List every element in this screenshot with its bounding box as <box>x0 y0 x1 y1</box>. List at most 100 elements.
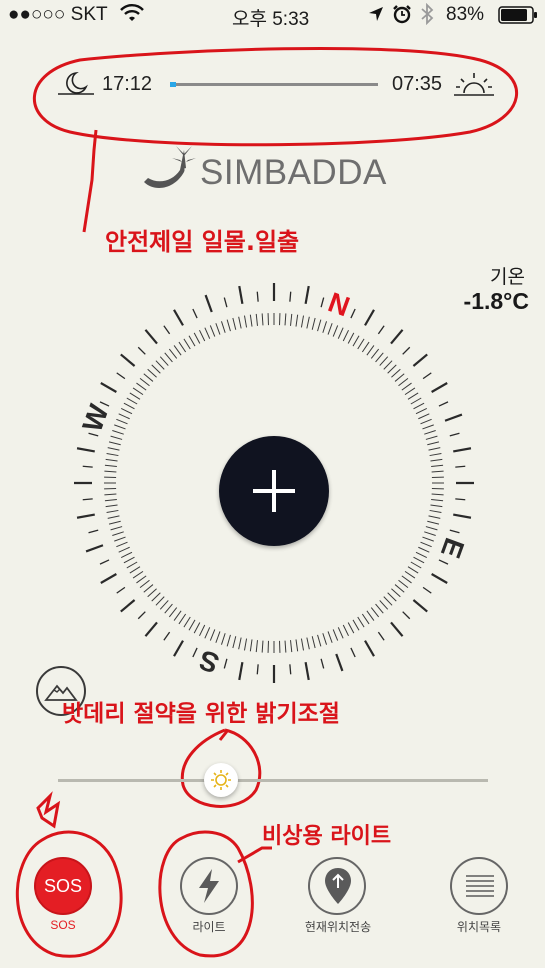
compass-inner-tick <box>429 452 442 457</box>
compass-inner-tick <box>410 561 422 569</box>
compass-outer-tick <box>173 309 184 326</box>
compass-inner-tick <box>255 640 258 653</box>
compass-inner-tick <box>290 313 293 326</box>
compass-inner-tick <box>413 556 425 564</box>
compass-inner-tick <box>387 592 397 602</box>
compass-inner-tick <box>105 504 118 508</box>
compass-inner-tick <box>431 493 444 496</box>
compass-inner-tick <box>425 526 438 531</box>
add-location-button[interactable] <box>219 436 329 546</box>
compass-outer-tick <box>402 611 411 620</box>
compass-inner-tick <box>215 323 221 335</box>
compass-outer-tick <box>364 640 375 657</box>
compass-inner-tick <box>106 452 119 457</box>
list-icon <box>465 874 495 905</box>
compass-inner-tick <box>151 364 161 374</box>
compass-inner-tick <box>139 579 150 589</box>
compass-inner-tick <box>173 345 182 356</box>
compass-outer-tick <box>144 621 158 637</box>
compass-inner-tick <box>370 607 380 618</box>
compass-inner-tick <box>427 520 440 525</box>
compass-inner-tick <box>238 316 242 329</box>
compass-inner-tick <box>295 314 299 327</box>
compass-outer-tick <box>116 372 126 380</box>
compass-inner-tick <box>418 413 430 420</box>
compass-inner-tick <box>394 584 405 593</box>
compass-inner-tick <box>188 335 196 347</box>
sos-label: SOS <box>50 918 76 932</box>
compass-inner-tick <box>249 639 253 652</box>
compass-inner-tick <box>136 575 147 584</box>
compass-inner-tick <box>108 441 121 446</box>
location-list-button[interactable] <box>450 857 508 915</box>
compass-inner-tick <box>300 315 305 328</box>
compass-inner-tick <box>151 592 161 602</box>
temperature-label: 기온 <box>490 267 525 288</box>
compass-inner-tick <box>361 341 370 353</box>
compass-inner-tick <box>383 596 393 606</box>
compass-inner-tick <box>361 613 370 625</box>
compass-inner-tick <box>317 319 322 332</box>
compass-inner-tick <box>352 335 360 347</box>
sos-button-text: SOS <box>43 876 82 896</box>
compass-inner-tick <box>332 629 339 641</box>
compass-inner-tick <box>136 382 147 391</box>
compass-inner-tick <box>431 464 444 467</box>
compass-outer-tick <box>422 372 432 380</box>
brightness-slider-track[interactable] <box>58 779 488 782</box>
annotation-brightness: 밧데리 절약을 위한 밝기조절 <box>62 701 340 727</box>
compass-inner-tick <box>183 338 191 350</box>
compass-inner-tick <box>132 387 144 396</box>
compass-inner-tick <box>118 413 130 420</box>
compass-outer-tick <box>335 653 344 672</box>
compass-outer-tick <box>350 308 356 319</box>
compass-inner-tick <box>428 447 441 451</box>
compass-inner-tick <box>413 402 425 410</box>
sos-button[interactable]: SOS <box>34 857 92 915</box>
compass-inner-tick <box>108 520 121 525</box>
flashlight-button[interactable] <box>180 857 238 915</box>
compass-inner-tick <box>104 470 117 473</box>
compass-outer-tick <box>444 413 463 422</box>
compass-outer-tick <box>256 664 259 675</box>
compass-inner-tick <box>155 360 165 370</box>
compass-inner-tick <box>398 579 409 589</box>
compass-inner-tick <box>232 317 237 330</box>
brightness-slider-thumb[interactable] <box>204 763 239 797</box>
compass-inner-tick <box>209 629 216 641</box>
compass-inner-tick <box>232 636 237 649</box>
compass-inner-tick <box>255 313 258 326</box>
compass-inner-tick <box>379 600 389 610</box>
compass-inner-tick <box>431 470 444 473</box>
compass-inner-tick <box>407 566 419 574</box>
compass-inner-tick <box>249 314 253 327</box>
compass-outer-tick <box>173 640 184 657</box>
compass-outer-tick <box>364 309 375 326</box>
compass-inner-tick <box>147 368 157 378</box>
compass-inner-tick <box>168 607 178 618</box>
lightning-icon <box>196 868 222 909</box>
compass-outer-tick <box>438 401 449 407</box>
compass-outer-tick <box>455 498 466 501</box>
compass-outer-tick <box>412 353 428 367</box>
compass-inner-tick <box>398 377 409 387</box>
compass-outer-tick <box>412 599 428 613</box>
compass-inner-tick <box>243 638 248 651</box>
compass-inner-tick <box>120 408 133 415</box>
compass-inner-tick <box>366 345 375 356</box>
compass-inner-tick <box>375 352 384 363</box>
compass-outer-tick <box>377 631 385 641</box>
compass-inner-tick <box>132 570 144 579</box>
compass-inner-tick <box>199 624 206 637</box>
compass-inner-tick <box>394 373 405 382</box>
compass-outer-tick <box>431 573 448 584</box>
compass-inner-tick <box>383 360 393 370</box>
compass-inner-tick <box>327 631 333 643</box>
compass-outer-tick <box>163 631 171 641</box>
compass-inner-tick <box>243 315 248 328</box>
compass-inner-tick <box>123 556 135 564</box>
compass-outer-tick <box>76 447 95 453</box>
compass-inner-tick <box>116 418 128 425</box>
send-location-button[interactable] <box>308 857 366 915</box>
compass-outer-tick <box>88 432 99 437</box>
